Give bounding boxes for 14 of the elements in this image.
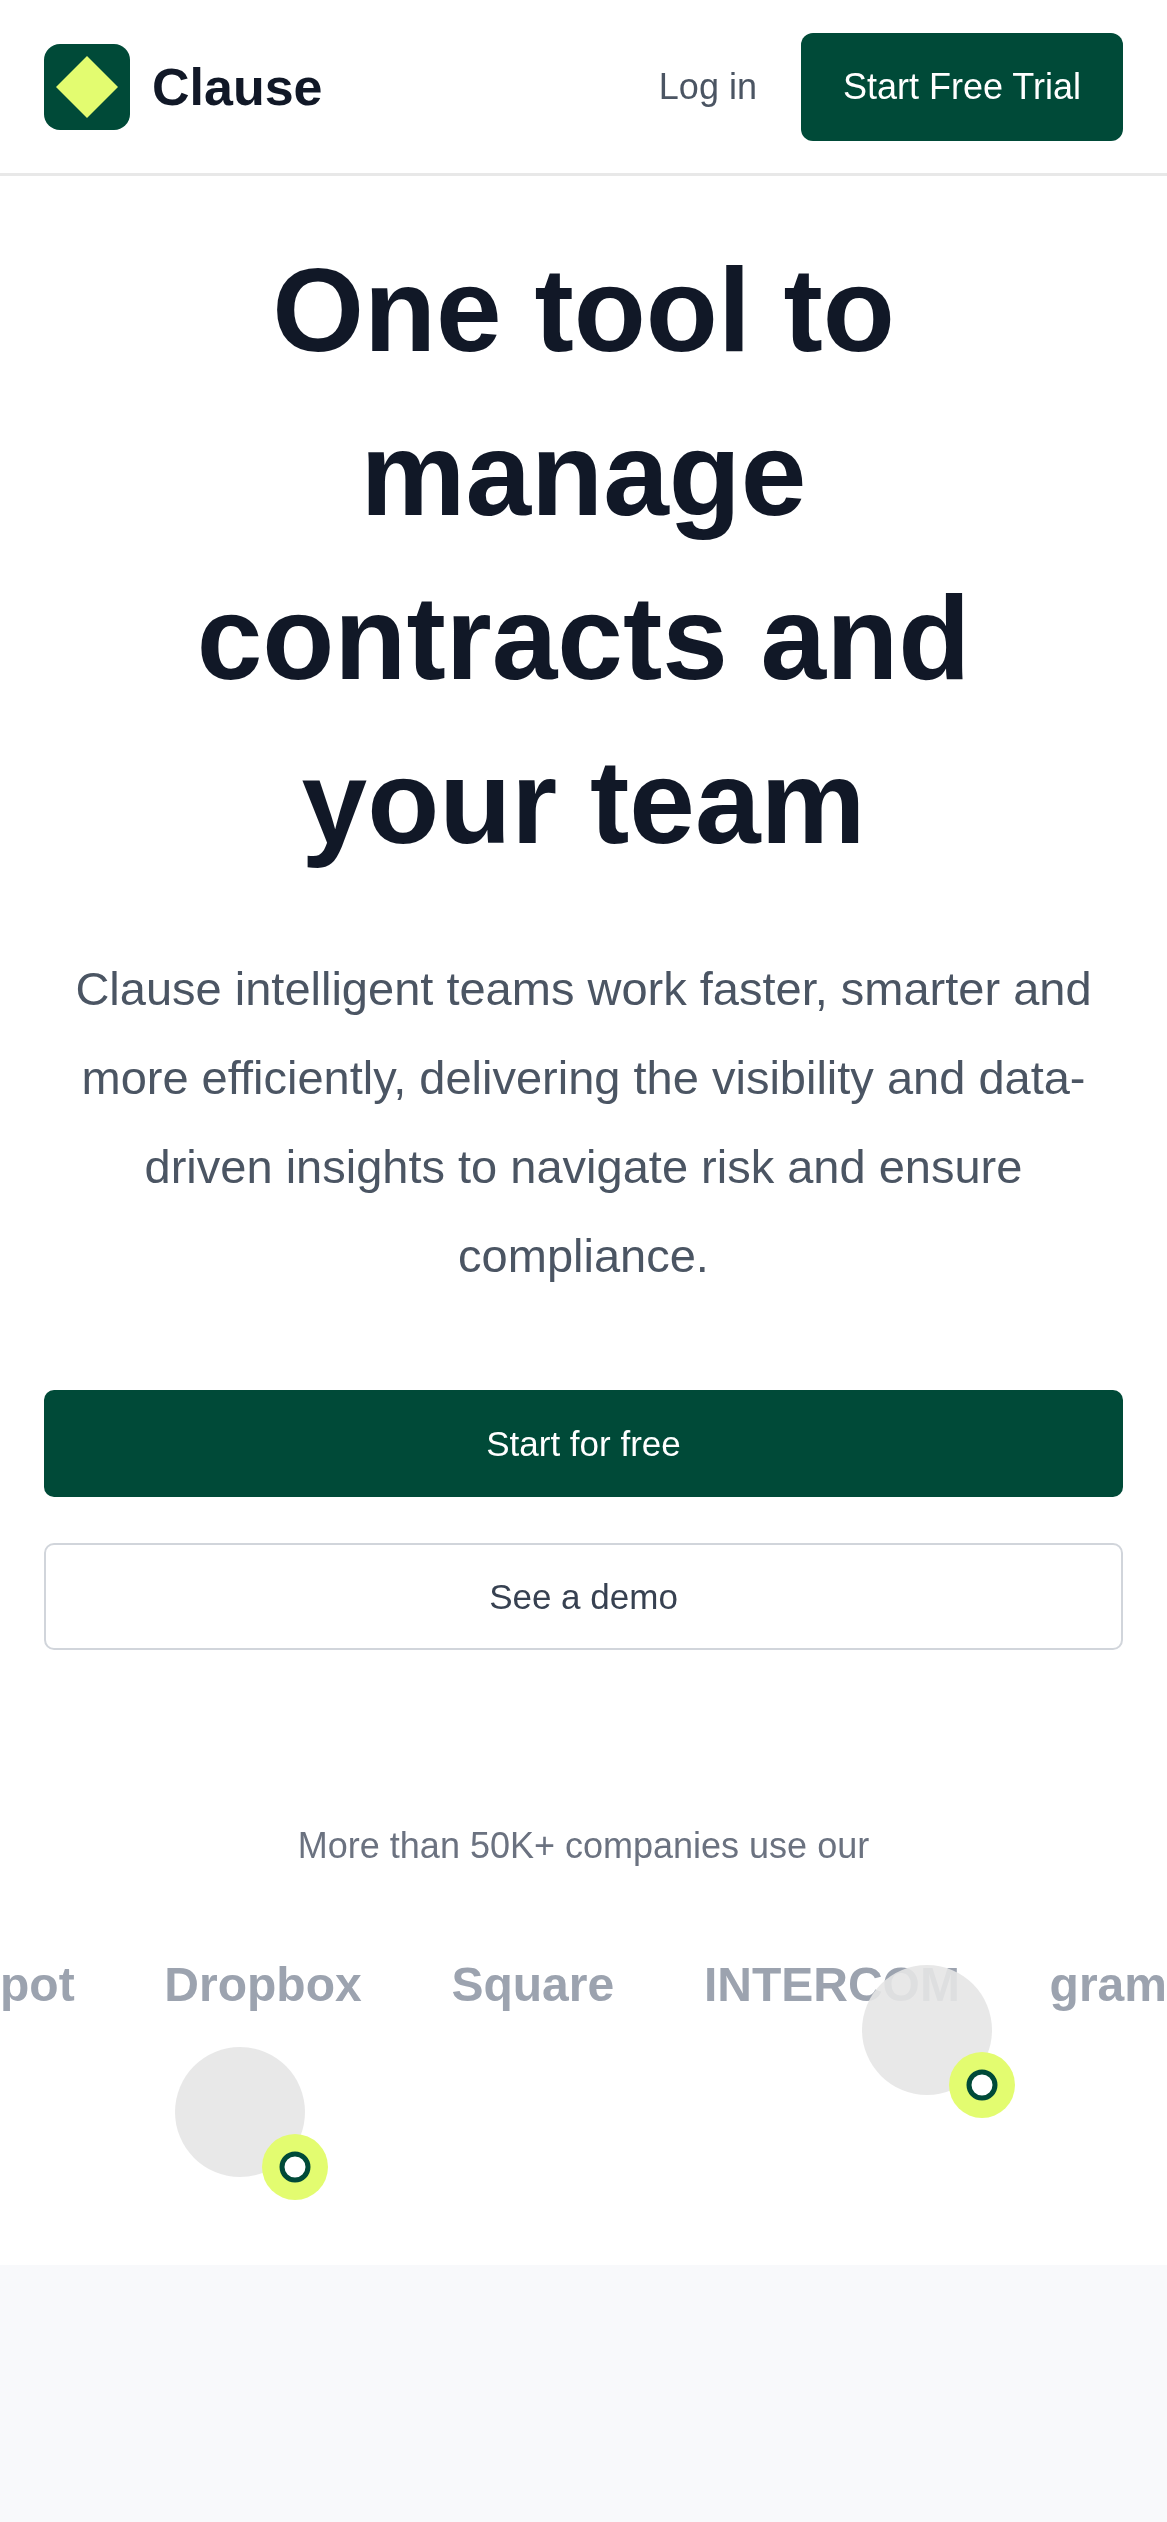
company-logo: Dropbox: [164, 1957, 362, 2012]
start-trial-button[interactable]: Start Free Trial: [800, 32, 1123, 141]
brand-name: Clause: [152, 56, 323, 117]
company-logo: pot: [0, 1957, 75, 2012]
companies-caption: More than 50K+ companies use our: [296, 1825, 871, 1867]
logo-icon: [44, 43, 130, 130]
hero-description: Clause intelligent teams work faster, smarter and more efficiently, delivering the visibility and data-driven insights to navigate risk and ensure compliance.: [74, 961, 1093, 1284]
hero-title: One tool to manage contracts and your team: [195, 243, 972, 870]
start-free-button[interactable]: Start for free: [44, 1390, 1123, 1497]
demo-button[interactable]: See a demo: [44, 1543, 1123, 1650]
company-logo: INTERCOM: [703, 1957, 960, 2012]
company-logo: gram: [1049, 1957, 1167, 2012]
login-link[interactable]: Log in: [658, 65, 757, 108]
company-logo: Square: [451, 1957, 615, 2012]
